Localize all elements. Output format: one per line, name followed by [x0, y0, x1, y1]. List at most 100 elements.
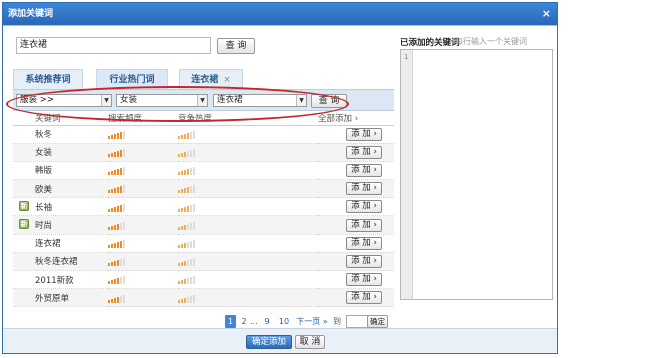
- chevron-down-icon: ▼: [197, 95, 207, 106]
- chevron-right-icon: ›: [373, 292, 377, 303]
- level-bar: [117, 278, 119, 285]
- level-bar: [123, 130, 125, 139]
- add-keyword-button[interactable]: 添 加 ›: [346, 236, 382, 250]
- page-2-link[interactable]: 2: [239, 315, 249, 328]
- add-label: 添 加: [351, 164, 371, 175]
- category-select-3[interactable]: 连衣裙 ▼: [213, 94, 307, 107]
- add-keyword-button[interactable]: 添 加 ›: [346, 163, 382, 177]
- level-bar: [117, 296, 119, 303]
- header-keyword: 关键词: [13, 112, 108, 126]
- category-filter-bar: 服装 >> ▼ 女装 ▼ 连衣裙 ▼ 查 询: [13, 89, 394, 111]
- level-bar: [184, 170, 186, 176]
- filter-search-button[interactable]: 查 询: [311, 94, 347, 108]
- search-button[interactable]: 查 询: [217, 38, 255, 54]
- level-bar: [190, 186, 192, 194]
- level-bar: [181, 262, 183, 267]
- add-keyword-button[interactable]: 添 加 ›: [346, 200, 382, 214]
- keyword-text: 连衣裙: [35, 239, 61, 250]
- add-keyword-button[interactable]: 添 加 ›: [346, 182, 382, 196]
- search-frequency-cell: [108, 125, 178, 144]
- add-cell: 添 加 ›: [318, 270, 394, 290]
- level-bar: [181, 207, 183, 212]
- level-bar: [190, 150, 192, 158]
- keyword-text: 秋冬: [35, 130, 53, 141]
- search-frequency-icon: [108, 256, 126, 267]
- add-keyword-button[interactable]: 添 加 ›: [346, 145, 382, 159]
- level-bar: [193, 294, 195, 303]
- next-page-link[interactable]: 下一页 »: [295, 315, 329, 328]
- add-cell: 添 加 ›: [318, 179, 394, 199]
- category-select-1[interactable]: 服装 >> ▼: [16, 94, 112, 107]
- keyword-text: 秋冬连衣裙: [35, 257, 78, 268]
- level-bar: [108, 263, 110, 267]
- page-confirm-button[interactable]: 确定: [367, 315, 388, 328]
- level-bar: [123, 221, 125, 230]
- tab-system-recommended[interactable]: 系统推荐词: [13, 69, 83, 89]
- level-bar: [114, 242, 116, 248]
- level-bar: [184, 206, 186, 212]
- added-keywords-hint: 每行输入一个关键词: [455, 37, 527, 46]
- add-cell: 添 加 ›: [318, 252, 394, 272]
- level-bar: [181, 280, 183, 285]
- tab-close-icon[interactable]: ×: [223, 75, 231, 85]
- tab-industry-hot[interactable]: 行业热门词: [96, 69, 168, 89]
- level-bar: [184, 188, 186, 194]
- add-cell: 添 加 ›: [318, 197, 394, 217]
- competition-icon: [178, 220, 196, 230]
- level-bar: [184, 279, 186, 285]
- add-label: 添 加: [351, 292, 371, 303]
- keyword-search-input[interactable]: 连衣裙: [16, 37, 211, 54]
- level-bar: [111, 262, 113, 267]
- level-bar: [187, 169, 189, 176]
- add-label: 添 加: [351, 128, 371, 139]
- level-bar: [114, 170, 116, 176]
- level-bar: [108, 281, 110, 285]
- table-row: 新长袖 添 加 ›: [13, 197, 394, 217]
- level-bar: [190, 222, 192, 230]
- add-all-link[interactable]: 全部添加 ›: [318, 112, 394, 126]
- level-bar: [190, 295, 192, 303]
- keyword-cell: 2011新款: [13, 270, 108, 290]
- keyword-cell: 秋冬连衣裙: [13, 252, 108, 272]
- add-cell: 添 加 ›: [318, 215, 394, 235]
- competition-icon: [178, 293, 196, 303]
- goto-label: 到: [333, 317, 341, 326]
- page-10-link[interactable]: 10: [277, 315, 291, 328]
- keyword-text: 长袖: [35, 202, 53, 213]
- titlebar-divider: [3, 25, 557, 26]
- confirm-add-button[interactable]: 确定添加: [246, 335, 292, 349]
- search-frequency-icon: [108, 165, 126, 176]
- search-frequency-cell: [108, 143, 178, 162]
- search-frequency-cell: [108, 179, 178, 199]
- add-keyword-button[interactable]: 添 加 ›: [346, 254, 382, 268]
- close-icon[interactable]: ×: [542, 3, 551, 25]
- add-keyword-dialog: 添加关键词 × 连衣裙 查 询 系统推荐词 行业热门词 连衣裙 × 服装 >> ▼…: [2, 2, 558, 354]
- cancel-button[interactable]: 取 消: [295, 335, 325, 349]
- page-current[interactable]: 1: [225, 315, 236, 328]
- add-keyword-button[interactable]: 添 加 ›: [346, 127, 382, 141]
- page-9-link[interactable]: 9: [262, 315, 272, 328]
- tab-label: 系统推荐词: [25, 75, 71, 85]
- level-bar: [111, 225, 113, 230]
- level-bar: [123, 149, 125, 158]
- level-bar: [184, 297, 186, 303]
- competition-cell: [178, 215, 318, 235]
- page-number-input[interactable]: [346, 315, 368, 328]
- new-badge-icon: 新: [19, 201, 29, 212]
- level-bar: [184, 152, 186, 158]
- competition-icon: [178, 129, 196, 139]
- level-bar: [193, 221, 195, 230]
- competition-icon: [178, 147, 196, 158]
- level-bar: [187, 223, 189, 230]
- category-select-2[interactable]: 女装 ▼: [116, 94, 208, 107]
- level-bar: [120, 259, 122, 267]
- add-cell: 添 加 ›: [318, 143, 394, 162]
- tab-dress[interactable]: 连衣裙 ×: [179, 69, 243, 89]
- add-keyword-button[interactable]: 添 加 ›: [346, 291, 382, 305]
- search-frequency-icon: [108, 147, 126, 158]
- table-row: 外贸原单 添 加 ›: [13, 288, 394, 308]
- added-keywords-textarea[interactable]: 1: [400, 49, 553, 300]
- add-keyword-button[interactable]: 添 加 ›: [346, 218, 382, 232]
- add-keyword-button[interactable]: 添 加 ›: [346, 273, 382, 287]
- level-bar: [190, 240, 192, 248]
